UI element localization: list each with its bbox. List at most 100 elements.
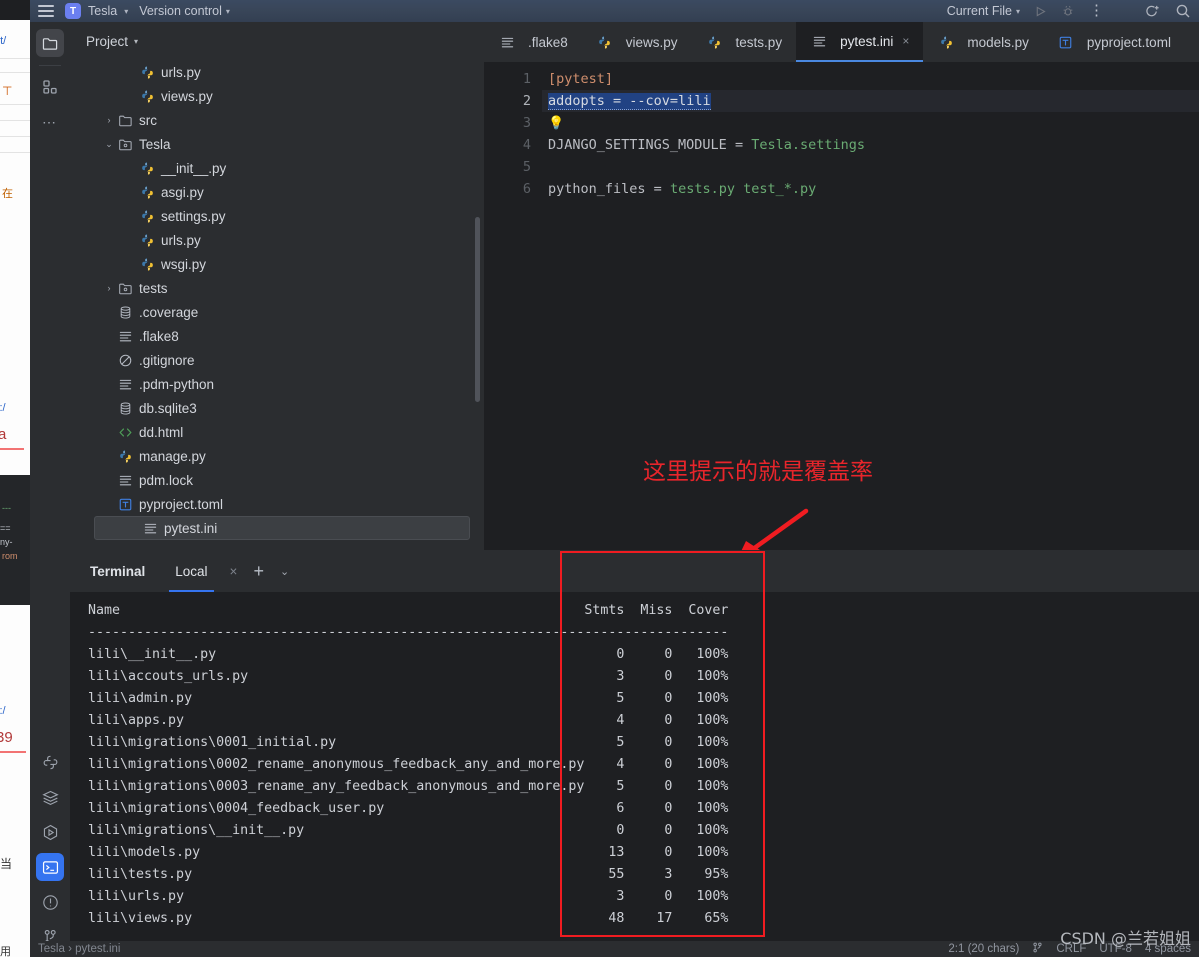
editor-tab-views-py[interactable]: views.py — [582, 22, 692, 62]
toml-file-icon — [1057, 35, 1075, 50]
sidebar-item-run[interactable] — [36, 818, 64, 846]
bg-doc-b: 39 — [0, 729, 13, 746]
tree-item-urls-py[interactable]: urls.py — [70, 60, 484, 84]
python-file-icon — [138, 209, 156, 224]
chevron-right-icon[interactable]: › — [102, 115, 116, 125]
version-control-menu[interactable]: Version control ▾ — [139, 4, 230, 18]
screen: et/ ⊤ 在 s:/ a --- == ny- rom s:/ 39 当 用 — [0, 0, 1199, 957]
sidebar-item-database[interactable] — [36, 783, 64, 811]
sidebar-item-structure[interactable] — [36, 73, 64, 101]
tree-item-tesla[interactable]: ⌄ Tesla — [70, 132, 484, 156]
equals-token: = — [645, 181, 670, 197]
debug-icon[interactable] — [1061, 4, 1075, 18]
tree-item-views-py[interactable]: views.py — [70, 84, 484, 108]
chevron-down-icon[interactable]: ▾ — [134, 37, 138, 46]
tree-item-tests[interactable]: › tests — [70, 276, 484, 300]
tree-item-coverage[interactable]: .coverage — [70, 300, 484, 324]
editor-tab-pytest-ini[interactable]: pytest.ini × — [796, 22, 924, 62]
sidebar-item-more[interactable]: ⋯ — [36, 108, 64, 136]
tree-item-label: dd.html — [139, 424, 184, 440]
python-files-value: tests.py test_*.py — [669, 181, 817, 197]
chevron-right-icon[interactable]: › — [102, 283, 116, 293]
tree-item-label: .gitignore — [139, 352, 195, 368]
selected-code: addopts = --cov=lili — [548, 93, 711, 110]
project-panel-scrollbar[interactable] — [475, 217, 480, 402]
line-number: 2 — [522, 93, 531, 109]
addopts-key: addopts — [548, 93, 605, 109]
background-terminal-window: --- == ny- rom — [0, 475, 30, 605]
tree-item-label: pdm.lock — [139, 472, 194, 488]
project-tree[interactable]: urls.py views.py › src ⌄ Tesla __init__.py asgi… — [70, 60, 484, 550]
sidebar-item-python-packages[interactable] — [36, 748, 64, 776]
python-file-icon — [138, 89, 156, 104]
hamburger-icon[interactable] — [38, 5, 54, 17]
terminal-title: Terminal — [90, 563, 146, 579]
tree-item-urls-py[interactable]: urls.py — [70, 228, 484, 252]
tree-item-manage-py[interactable]: manage.py — [70, 444, 484, 468]
tree-item-label: src — [139, 112, 157, 128]
python-file-icon — [596, 35, 614, 50]
more-options-icon[interactable]: ⋮ — [1089, 3, 1104, 18]
chevron-down-icon[interactable]: ⌄ — [102, 139, 116, 150]
tree-item-label: pytest.ini — [164, 520, 218, 536]
tree-item-label: asgi.py — [161, 184, 204, 200]
close-icon[interactable]: × — [902, 34, 909, 48]
tree-item-pdm-python[interactable]: .pdm-python — [70, 372, 484, 396]
search-icon[interactable] — [1175, 3, 1191, 19]
annotation-text: 这里提示的就是覆盖率 — [643, 459, 873, 485]
bg-text-e: a — [0, 426, 7, 443]
close-icon[interactable]: × — [230, 564, 238, 579]
sidebar-item-project[interactable] — [36, 29, 64, 57]
tree-item-label: Tesla — [139, 136, 171, 152]
editor-tab-pyproject-toml[interactable]: pyproject.toml — [1043, 22, 1185, 62]
python-file-icon — [138, 233, 156, 248]
sidebar-item-problems[interactable] — [36, 888, 64, 916]
tree-item-src[interactable]: › src — [70, 108, 484, 132]
breadcrumb[interactable]: Tesla › pytest.ini — [38, 943, 121, 955]
tree-item-pdm-lock[interactable]: pdm.lock — [70, 468, 484, 492]
tree-item-init-py[interactable]: __init__.py — [70, 156, 484, 180]
caret-position[interactable]: 2:1 (20 chars) — [948, 943, 1019, 955]
section-header-token: [pytest] — [548, 71, 614, 87]
chevron-down-icon[interactable]: ⌄ — [280, 565, 289, 578]
run-icon[interactable] — [1034, 5, 1047, 18]
watermark: CSDN @兰若姐姐 — [1060, 929, 1191, 948]
project-panel-title: Project — [86, 33, 129, 49]
line-number: 4 — [522, 137, 531, 153]
background-doc-window: s:/ 39 当 用 — [0, 605, 30, 957]
python-file-icon — [138, 257, 156, 272]
tree-item-asgi-py[interactable]: asgi.py — [70, 180, 484, 204]
add-terminal-icon[interactable]: + — [253, 561, 264, 582]
chevron-down-icon: ▾ — [1015, 6, 1020, 16]
bg-term-b: == — [0, 523, 11, 533]
tree-item-settings-py[interactable]: settings.py — [70, 204, 484, 228]
terminal-tab-local[interactable]: Local — [169, 550, 214, 592]
tree-item-dd-html[interactable]: dd.html — [70, 420, 484, 444]
tree-item-pytest-ini[interactable]: pytest.ini — [94, 516, 470, 540]
code-line-1: [pytest] — [548, 68, 1199, 90]
text-file-icon — [498, 35, 516, 50]
sidebar-item-terminal[interactable] — [36, 853, 64, 881]
tree-item-db-sqlite3[interactable]: db.sqlite3 — [70, 396, 484, 420]
editor-tab--flake8[interactable]: .flake8 — [484, 22, 582, 62]
project-selector[interactable]: T Tesla ▾ — [65, 3, 128, 19]
branch-icon[interactable] — [1032, 942, 1043, 956]
tree-item-pyproject-toml[interactable]: pyproject.toml — [70, 492, 484, 516]
lightbulb-icon[interactable]: 💡 — [548, 116, 564, 131]
editor-tab-label: views.py — [625, 34, 678, 50]
tree-item-wsgi-py[interactable]: wsgi.py — [70, 252, 484, 276]
tree-item-gitignore[interactable]: .gitignore — [70, 348, 484, 372]
bg-text-d: s:/ — [0, 402, 6, 414]
editor-tab-bar[interactable]: .flake8 views.py tests.py pytest.ini × models… — [484, 22, 1199, 62]
run-configuration-selector[interactable]: Current File ▾ — [947, 4, 1020, 18]
editor-tab-tests-py[interactable]: tests.py — [692, 22, 797, 62]
project-panel-header[interactable]: Project ▾ — [70, 22, 484, 60]
text-file-icon — [116, 377, 134, 392]
bg-doc-d: 用 — [0, 946, 11, 957]
equals-token: = — [604, 93, 630, 109]
code-with-me-icon[interactable] — [1144, 4, 1161, 19]
html-file-icon — [116, 425, 134, 440]
editor-tab-models-py[interactable]: models.py — [923, 22, 1043, 62]
status-bar: Tesla › pytest.ini 2:1 (20 chars) CRLF U… — [30, 941, 1199, 957]
tree-item-flake8[interactable]: .flake8 — [70, 324, 484, 348]
